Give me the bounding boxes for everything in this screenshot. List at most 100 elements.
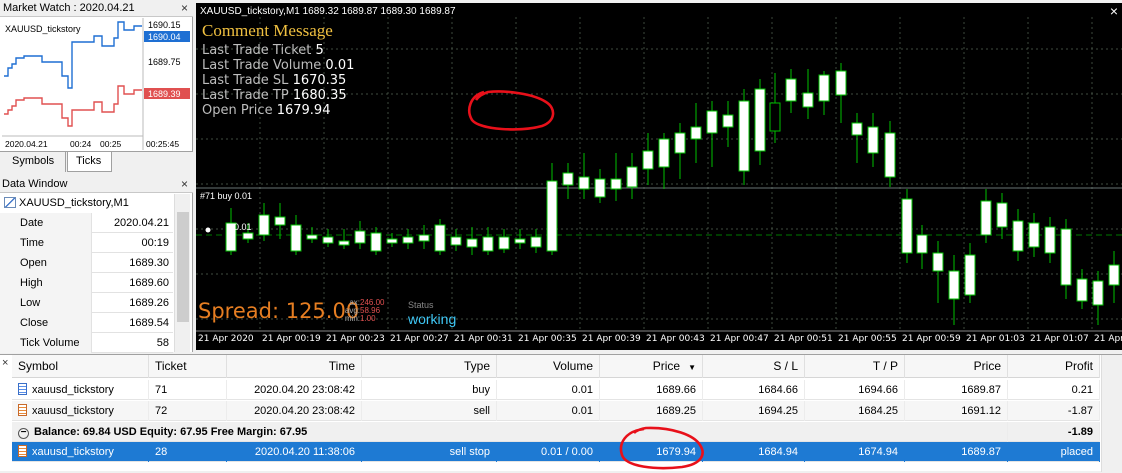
column-header[interactable]: Ticket [149, 355, 227, 378]
cell-cur-price: 1691.12 [905, 401, 1008, 421]
terminal-scrollbar[interactable] [1101, 355, 1122, 472]
column-header-label: Volume [552, 359, 593, 373]
candle-body [769, 102, 781, 132]
cell-symbol: xauusd_tickstory [12, 380, 149, 400]
bid-price: 1689.39 [148, 89, 181, 99]
candle-body [546, 180, 558, 252]
candle-body [386, 238, 398, 244]
table-row[interactable]: xauusd_tickstory 72 2020.04.20 23:08:42 sel… [12, 401, 1100, 421]
time-label-4: 00:25:45 [146, 139, 179, 149]
close-icon[interactable]: × [1110, 3, 1118, 19]
column-header[interactable]: Time [227, 355, 362, 378]
data-window-row: Low 1689.26 [0, 293, 173, 313]
data-window-value: 1689.60 [129, 277, 169, 289]
close-icon[interactable]: × [181, 1, 188, 15]
sell-order-icon [18, 445, 27, 457]
candle-body [594, 178, 606, 198]
candle-body [948, 270, 960, 300]
cell-price: 1689.25 [600, 401, 703, 421]
candle-body [626, 166, 638, 188]
column-header[interactable]: Price [905, 355, 1008, 378]
close-icon[interactable]: × [2, 357, 8, 369]
candlestick-chart[interactable] [196, 3, 1122, 350]
column-header-label: Type [463, 359, 490, 373]
time-axis-label: 21 Apr 00:55 [838, 334, 897, 344]
candle-body [996, 202, 1008, 228]
candle-body [242, 232, 254, 240]
column-header[interactable]: T / P [805, 355, 905, 378]
data-window-key: Time [0, 233, 92, 253]
comment-line: Last Trade SL 1670.35 [202, 73, 346, 88]
time-axis-label: 21 Apr 00:51 [774, 334, 833, 344]
cell-volume: 0.01 / 0.00 [497, 442, 600, 462]
close-icon[interactable]: × [181, 177, 188, 191]
column-header[interactable]: S / L [703, 355, 805, 378]
candle-body [418, 234, 430, 242]
cell-cur-price: 1689.87 [905, 442, 1008, 462]
candle-body [578, 176, 590, 190]
column-header[interactable]: Profit [1008, 355, 1100, 378]
cell-sl: 1684.94 [703, 442, 805, 462]
time-label-3: 00:25 [100, 139, 122, 149]
column-header[interactable]: Price ▼ [600, 355, 703, 378]
data-window-scrollbar[interactable] [174, 194, 190, 352]
candle-body [754, 88, 766, 152]
cell-type: buy [362, 380, 497, 400]
cell-profit: placed [1008, 442, 1100, 462]
cell-tp: 1674.94 [805, 442, 905, 462]
trade-terminal: × Symbol Ticket Time Type Volume Price ▼ S / L T… [0, 354, 1122, 472]
balance-row[interactable]: − Balance: 69.84 USD Equity: 67.95 Free M… [12, 422, 1100, 442]
cell-ticket: 71 [149, 380, 227, 400]
candle-body [258, 214, 270, 236]
data-window-row: Open 1689.30 [0, 253, 173, 273]
comment-label: Last Trade TP [202, 88, 293, 103]
cell-price: 1689.66 [600, 380, 703, 400]
column-header[interactable]: Symbol [12, 355, 149, 378]
candle-body [835, 70, 847, 96]
cell-price: 1679.94 [600, 442, 703, 462]
column-header[interactable]: Type [362, 355, 497, 378]
table-row[interactable]: xauusd_tickstory 71 2020.04.20 23:08:42 buy… [12, 380, 1100, 400]
comment-title: Comment Message [202, 21, 333, 40]
column-header-label: S / L [773, 359, 798, 373]
column-header-label: Profit [1064, 359, 1093, 373]
data-window-row: Tick Volume 58 [0, 333, 173, 353]
comment-line: Last Trade Volume 0.01 [202, 58, 354, 73]
time-axis-label: 21 Apr 00:23 [326, 334, 385, 344]
pending-order-row[interactable]: xauusd_tickstory 28 2020.04.20 11:38:06 sel… [12, 442, 1100, 462]
time-axis-label: 21 Apr 00:31 [454, 334, 513, 344]
cell-sl: 1684.66 [703, 380, 805, 400]
data-window-row: High 1689.60 [0, 273, 173, 293]
tab-ticks[interactable]: Ticks [67, 152, 112, 172]
candle-body [466, 238, 478, 248]
chart-title: XAUUSD_tickstory,M1 1689.32 1689.87 1689… [200, 6, 456, 17]
market-watch-title: Market Watch : 2020.04.21 [0, 0, 193, 17]
candle-body [1044, 226, 1056, 254]
comment-label: Last Trade Volume [202, 58, 326, 73]
candle-body [482, 236, 494, 252]
candle-body [306, 234, 318, 240]
comment-line: Open Price 1679.94 [202, 103, 330, 118]
candle-body [450, 236, 462, 246]
candle-body [802, 92, 814, 108]
collapse-icon[interactable]: − [18, 428, 29, 439]
column-header[interactable]: Volume [497, 355, 600, 378]
spread-stat-label: min: [344, 314, 360, 323]
comment-value: 5 [315, 43, 324, 58]
candle-body [498, 236, 510, 250]
time-axis-label: 21 Apr 01:11 [1094, 334, 1122, 344]
comment-line: Last Trade TP 1680.35 [202, 88, 347, 103]
status-value: working [408, 311, 457, 327]
data-window-table: Date 2020.04.21 Time 00:19 Open 1689.30 High 16… [0, 213, 173, 353]
candle-body [1108, 264, 1120, 286]
column-header-label: T / P [872, 359, 898, 373]
time-axis-label: 21 Apr 00:27 [390, 334, 449, 344]
data-window-title: Data Window [0, 176, 193, 193]
candle-body [1028, 222, 1040, 248]
candle-body [964, 254, 976, 296]
main-chart[interactable]: XAUUSD_tickstory,M1 1689.32 1689.87 1689… [196, 3, 1122, 350]
tab-symbols[interactable]: Symbols [4, 152, 66, 172]
ask-price: 1690.04 [148, 32, 181, 42]
comment-value: 1680.35 [292, 88, 347, 103]
comment-value: 1679.94 [276, 103, 331, 118]
